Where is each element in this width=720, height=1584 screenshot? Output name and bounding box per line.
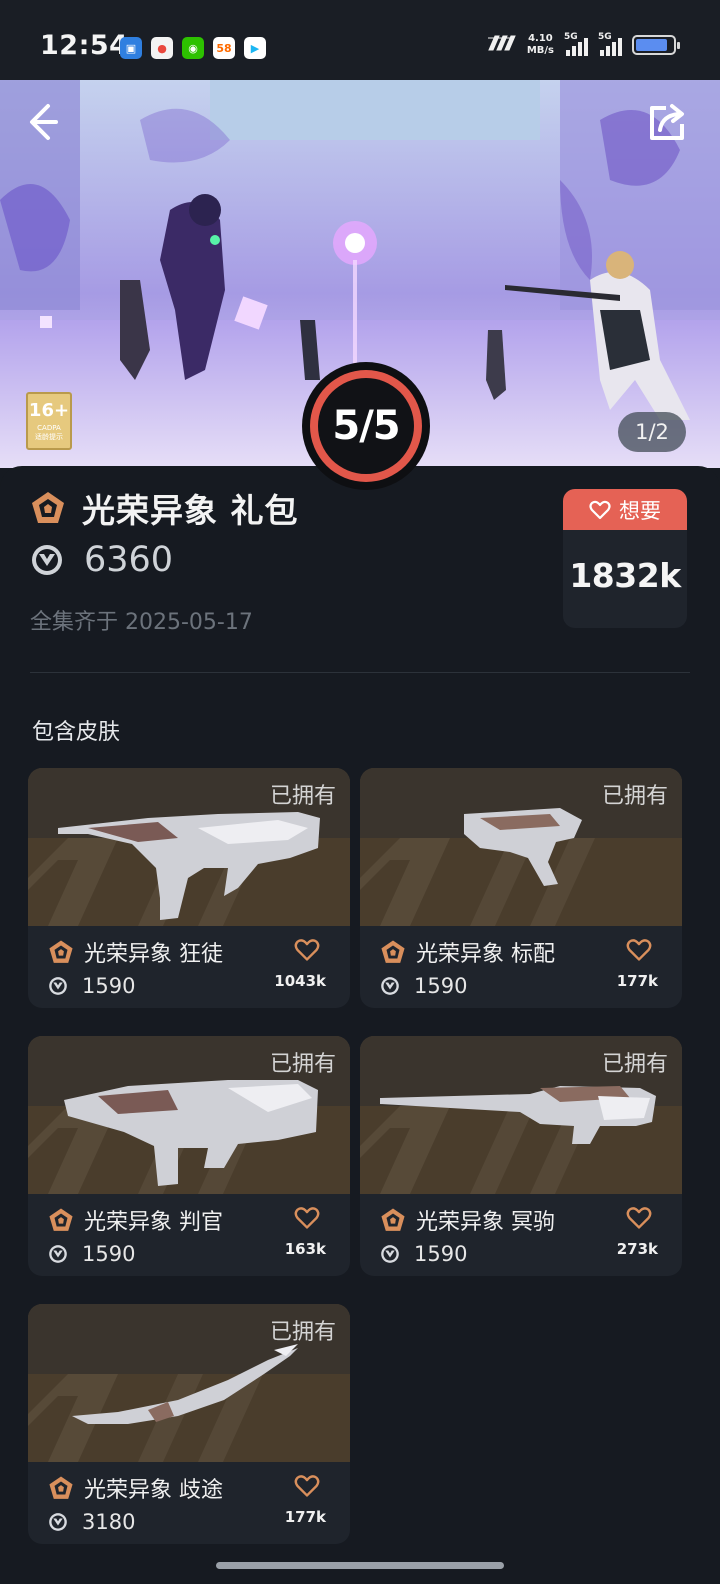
valorant-points-icon: [32, 545, 62, 575]
network-speed: 4.10 MB/s: [526, 33, 554, 56]
age-rating-badge: 16+ CADPA 适龄提示: [26, 392, 72, 450]
skin-price: 1590: [82, 1242, 136, 1266]
bundle-price-row: 6360: [30, 540, 173, 580]
bundle-title-row: 光荣异象 礼包: [30, 484, 299, 532]
photo-app-icon: ▣: [120, 37, 142, 59]
want-count: 177k: [616, 972, 658, 990]
tier-icon: [381, 1208, 405, 1231]
heart-icon[interactable]: [294, 1206, 320, 1230]
owned-label: 已拥有: [269, 784, 336, 809]
heart-icon[interactable]: [626, 1206, 652, 1230]
valorant-points-icon: [49, 1245, 67, 1263]
want-count: 273k: [616, 1240, 658, 1258]
tier-icon: [49, 1208, 73, 1231]
skin-card[interactable]: 已拥有 光荣异象 歧途 3180 177k: [28, 1304, 350, 1544]
owned-label: 已拥有: [269, 1320, 336, 1345]
valorant-points-icon: [49, 1513, 67, 1531]
bundle-title: 光荣异象 礼包: [82, 491, 299, 530]
want-label: 想要: [619, 498, 661, 523]
heart-icon: [589, 500, 611, 519]
heart-icon[interactable]: [626, 938, 652, 962]
share-icon: [650, 104, 684, 140]
owned-label: 已拥有: [601, 784, 668, 809]
bundle-price: 6360: [84, 540, 174, 580]
valorant-points-icon: [381, 1245, 399, 1263]
tier-icon: [49, 940, 73, 963]
heart-icon[interactable]: [294, 938, 320, 962]
divider: [30, 672, 690, 673]
notification-icons: ▣ ● ◉ 58 ▶: [120, 37, 266, 59]
battery-fill: [636, 39, 667, 51]
want-count: 177k: [284, 1508, 326, 1526]
want-count: 163k: [284, 1240, 326, 1258]
skin-price: 1590: [414, 1242, 468, 1266]
wechat-app-icon: ◉: [182, 37, 204, 59]
section-title: 包含皮肤: [32, 720, 121, 745]
owned-label: 已拥有: [269, 1052, 336, 1077]
skin-name: 光荣异象 歧途: [84, 1478, 223, 1503]
skin-name: 光荣异象 狂徒: [84, 942, 223, 967]
skin-card[interactable]: 已拥有 光荣异象 冥驹 1590 273k: [360, 1036, 682, 1276]
back-button[interactable]: [26, 100, 66, 144]
skin-card[interactable]: 已拥有 光荣异象 狂徒 1590 1043k: [28, 768, 350, 1008]
58-app-icon: 58: [213, 37, 235, 59]
status-time: 12:54: [40, 30, 129, 61]
skin-price: 1590: [414, 974, 468, 998]
battery-icon: [632, 35, 680, 55]
skin-name: 光荣异象 判官: [84, 1210, 223, 1235]
signal-2-icon: 5G: [598, 32, 622, 56]
collection-date: 全集齐于 2025-05-17: [30, 610, 253, 635]
skin-price: 1590: [82, 974, 136, 998]
tier-icon: [49, 1476, 73, 1499]
valorant-points-icon: [49, 977, 67, 995]
carrier-logo-icon: [487, 34, 517, 57]
signal-1-icon: 5G: [564, 32, 588, 56]
collection-counter-badge: 5/5: [302, 362, 430, 490]
share-button[interactable]: [646, 102, 688, 142]
want-count: 1832k: [569, 556, 681, 595]
skin-card[interactable]: 已拥有 光荣异象 判官 1590 163k: [28, 1036, 350, 1276]
want-count: 1043k: [274, 972, 326, 990]
skin-card[interactable]: 已拥有 光荣异象 标配 1590 177k: [360, 768, 682, 1008]
status-bar: 12:54 ▣ ● ◉ 58 ▶ 4.10 MB/s 5G 5G: [0, 0, 720, 80]
map-pin-app-icon: ●: [151, 37, 173, 59]
image-page-indicator: 1/2: [618, 412, 686, 452]
collection-counter: 5/5: [318, 378, 414, 474]
skin-name: 光荣异象 冥驹: [416, 1210, 555, 1235]
tier-icon: [381, 940, 405, 963]
tier-icon: [32, 492, 64, 523]
want-button[interactable]: 想要 1832k: [563, 489, 687, 628]
heart-icon[interactable]: [294, 1474, 320, 1498]
play-app-icon: ▶: [244, 37, 266, 59]
owned-label: 已拥有: [601, 1052, 668, 1077]
skin-price: 3180: [82, 1510, 136, 1534]
chevron-left-icon: [30, 104, 58, 140]
home-indicator[interactable]: [216, 1562, 504, 1569]
valorant-points-icon: [381, 977, 399, 995]
skin-name: 光荣异象 标配: [416, 942, 555, 967]
